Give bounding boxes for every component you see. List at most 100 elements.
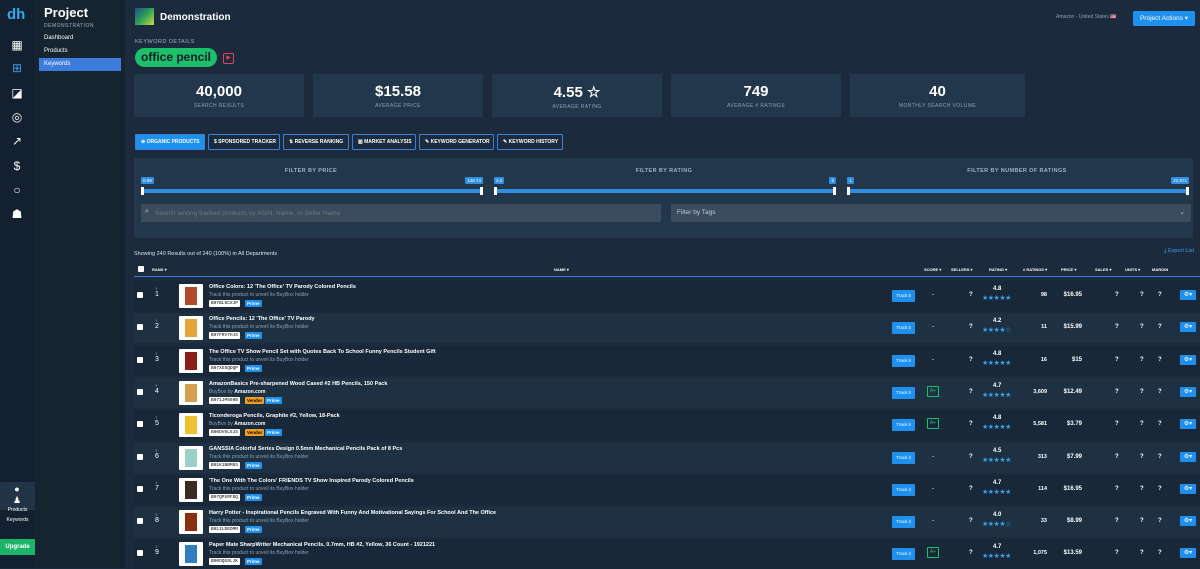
row-checkbox[interactable]: [137, 485, 143, 492]
youtube-icon[interactable]: ▶: [223, 53, 234, 64]
col-num-ratings[interactable]: # RATINGS ▾: [1023, 267, 1047, 272]
product-thumbnail[interactable]: [179, 542, 203, 567]
project-actions-button[interactable]: Project Actions ▾: [1133, 11, 1195, 26]
asin-badge[interactable]: B00OQG0LJK: [209, 558, 241, 566]
product-thumbnail[interactable]: [179, 348, 203, 373]
chart-icon[interactable]: ◪: [10, 86, 24, 100]
col-rank[interactable]: RANK ▾: [152, 267, 167, 272]
row-actions-button[interactable]: ⚙▾: [1180, 354, 1196, 365]
track-it-button[interactable]: Track it: [892, 483, 915, 496]
asin-badge[interactable]: B07XG5QDQP: [209, 364, 241, 372]
track-it-button[interactable]: Track it: [892, 419, 915, 432]
rank-value: 1: [155, 291, 159, 298]
product-name[interactable]: GANSSIA Colorful Series Design 0.5mm Mec…: [209, 446, 402, 452]
rating-slider[interactable]: 3.2 5: [494, 177, 836, 195]
tab-market-analysis[interactable]: ▥ MARKET ANALYSIS: [352, 134, 416, 150]
asin-badge[interactable]: B01K1BBM5S: [209, 461, 241, 469]
price-slider[interactable]: 0.99 128.74: [141, 177, 483, 195]
col-score[interactable]: SCORE ▾: [924, 267, 941, 272]
product-thumbnail[interactable]: [179, 316, 203, 341]
product-thumbnail[interactable]: [179, 477, 203, 502]
col-rating[interactable]: RATING ▾: [989, 267, 1007, 272]
product-thumbnail[interactable]: [179, 445, 203, 470]
row-checkbox[interactable]: [137, 292, 143, 298]
asin-badge[interactable]: B00DV6L5JS: [209, 429, 241, 437]
asin-badge[interactable]: B07FRV7HJS: [209, 332, 241, 340]
select-all-checkbox[interactable]: [138, 266, 144, 272]
upgrade-button[interactable]: Upgrade: [0, 539, 35, 555]
rating-slider-max-handle[interactable]: [833, 187, 836, 195]
product-thumbnail[interactable]: [179, 380, 203, 405]
rail-products[interactable]: ● ♟ Products: [0, 482, 35, 513]
dashboard-icon[interactable]: ▦: [10, 38, 24, 52]
tab-keyword-generator[interactable]: ✎ KEYWORD GENERATOR: [419, 134, 494, 150]
product-name[interactable]: Office Pencils: 12 'The Office' TV Parod…: [209, 316, 315, 322]
num-ratings-slider[interactable]: 1 22,971: [847, 177, 1189, 195]
dollar-icon[interactable]: $: [10, 159, 24, 173]
tab-organic-products[interactable]: ⊕ ORGANIC PRODUCTS: [135, 134, 205, 150]
row-actions-button[interactable]: ⚙▾: [1180, 322, 1196, 333]
product-thumbnail[interactable]: [179, 510, 203, 535]
row-checkbox[interactable]: [137, 324, 143, 331]
row-checkbox[interactable]: [137, 453, 143, 460]
row-checkbox[interactable]: [137, 388, 143, 395]
logo-icon[interactable]: dh: [7, 6, 25, 23]
asin-badge[interactable]: B01ILDEDMM: [209, 526, 241, 534]
product-thumbnail[interactable]: [179, 413, 203, 438]
row-checkbox[interactable]: [137, 356, 143, 363]
row-actions-button[interactable]: ⚙▾: [1180, 451, 1196, 462]
tab-reverse-ranking[interactable]: ⇅ REVERSE RANKING: [283, 134, 349, 150]
track-it-button[interactable]: Track it: [892, 548, 915, 561]
col-sales[interactable]: SALES ▾: [1095, 267, 1111, 272]
col-units[interactable]: UNITS ▾: [1125, 267, 1140, 272]
tags-select[interactable]: Filter by Tags ⌄: [671, 204, 1191, 222]
track-it-button[interactable]: Track it: [892, 451, 915, 464]
row-actions-button[interactable]: ⚙▾: [1180, 419, 1196, 430]
projects-icon[interactable]: ⊞: [10, 61, 24, 75]
row-actions-button[interactable]: ⚙▾: [1180, 548, 1196, 559]
row-actions-button[interactable]: ⚙▾: [1180, 483, 1196, 494]
rail-keywords-label[interactable]: Keywords: [0, 517, 35, 523]
asin-badge[interactable]: B07QPXRFDQ: [209, 493, 241, 501]
product-name[interactable]: Paper Mate SharpWriter Mechanical Pencil…: [209, 542, 435, 548]
price-slider-max-handle[interactable]: [480, 187, 483, 195]
product-name[interactable]: The Office TV Show Pencil Set with Quote…: [209, 349, 436, 355]
refresh-icon[interactable]: ○: [10, 183, 24, 197]
price-slider-min-handle[interactable]: [141, 187, 144, 195]
sidebar-item-products[interactable]: Products: [39, 45, 121, 58]
row-actions-button[interactable]: ⚙▾: [1180, 386, 1196, 397]
num-ratings-slider-min-handle[interactable]: [847, 187, 850, 195]
row-actions-button[interactable]: ⚙▾: [1180, 290, 1196, 300]
row-actions-button[interactable]: ⚙▾: [1180, 516, 1196, 527]
track-it-button[interactable]: Track it: [892, 386, 915, 399]
col-price[interactable]: PRICE ▾: [1061, 267, 1076, 272]
trend-icon[interactable]: ↗: [10, 134, 24, 148]
track-it-button[interactable]: Track it: [892, 322, 915, 335]
product-name[interactable]: 'The One With The Colors' FRIENDS TV Sho…: [209, 478, 414, 484]
col-sellers[interactable]: SELLERS ▾: [951, 267, 973, 272]
row-checkbox[interactable]: [137, 518, 143, 525]
product-name[interactable]: AmazonBasics Pre-sharpened Wood Cased #2…: [209, 381, 387, 387]
num-ratings-slider-max-handle[interactable]: [1186, 187, 1189, 195]
row-checkbox[interactable]: [137, 421, 143, 428]
row-checkbox[interactable]: [137, 550, 143, 557]
tab-keyword-history[interactable]: ✎ KEYWORD HISTORY: [497, 134, 563, 150]
product-name[interactable]: Office Colors: 12 'The Office' TV Parody…: [209, 284, 356, 290]
target-icon[interactable]: ◎: [10, 110, 24, 124]
track-it-button[interactable]: Track it: [892, 516, 915, 529]
product-name[interactable]: Harry Potter - Inspirational Pencils Eng…: [209, 510, 496, 516]
track-it-button[interactable]: Track it: [892, 354, 915, 367]
product-thumbnail[interactable]: [179, 284, 203, 308]
product-name[interactable]: Ticonderoga Pencils, Graphite #2, Yellow…: [209, 413, 340, 419]
export-list-link[interactable]: ⤓ Export List: [1164, 248, 1194, 255]
rating-slider-min-handle[interactable]: [494, 187, 497, 195]
track-it-button[interactable]: Track it: [892, 290, 915, 302]
sidebar-item-keywords[interactable]: Keywords: [39, 58, 121, 71]
cubes-icon[interactable]: ☗: [10, 207, 24, 221]
sidebar-item-dashboard[interactable]: Dashboard: [39, 32, 121, 45]
asin-badge[interactable]: B07BL6CXJP: [209, 300, 241, 307]
col-name[interactable]: NAME ▾: [554, 267, 569, 272]
search-input[interactable]: [141, 204, 661, 222]
tab-sponsored-tracker[interactable]: $ SPONSORED TRACKER: [208, 134, 280, 150]
asin-badge[interactable]: B071JM699B: [209, 396, 241, 404]
